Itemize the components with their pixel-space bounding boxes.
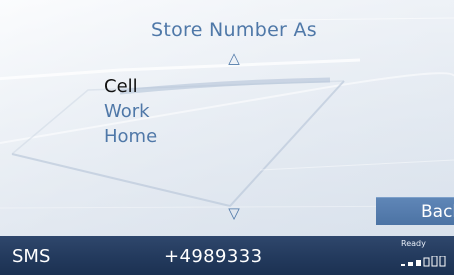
ready-status: Ready <box>401 239 426 248</box>
back-button[interactable]: Back <box>376 197 454 225</box>
menu-item-work[interactable]: Work <box>104 99 157 124</box>
scroll-down-icon[interactable]: ▽ <box>224 205 244 221</box>
screen-title: Store Number As <box>150 19 318 41</box>
signal-strength-icon <box>401 256 446 267</box>
phone-screen: Store Number As △ Cell Work Home ▽ Back … <box>0 0 454 275</box>
sms-softkey[interactable]: SMS <box>12 246 50 267</box>
menu-item-cell[interactable]: Cell <box>104 74 157 99</box>
phone-number-display: +4989333 <box>164 246 263 267</box>
scroll-up-icon[interactable]: △ <box>224 50 244 66</box>
menu-item-home[interactable]: Home <box>104 124 157 149</box>
status-bar: SMS +4989333 Ready <box>0 236 454 275</box>
number-type-menu: Cell Work Home <box>104 74 157 149</box>
